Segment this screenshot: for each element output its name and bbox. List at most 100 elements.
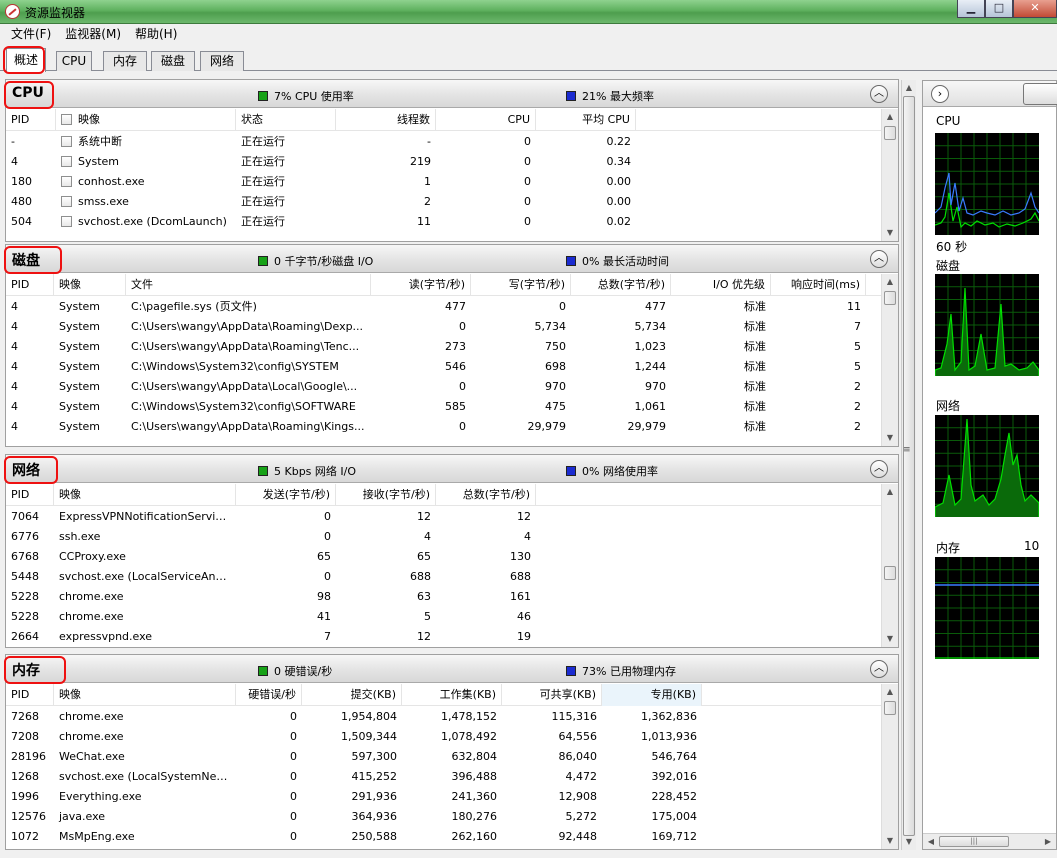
scroll-right-icon[interactable]: ▶ xyxy=(1040,834,1056,850)
disk-col-header[interactable]: 写(字节/秒) xyxy=(471,274,571,296)
checkbox-icon[interactable] xyxy=(61,196,72,207)
scroll-up-icon[interactable]: ▲ xyxy=(882,274,898,290)
checkbox-icon[interactable] xyxy=(61,216,72,227)
graph-pane-hscrollbar[interactable]: ◀ ||| ▶ xyxy=(923,833,1056,849)
memory-col-header[interactable]: 提交(KB) xyxy=(302,684,402,706)
close-button[interactable]: ✕ xyxy=(1013,0,1057,18)
network-table-row[interactable]: 2664 expressvpnd.exe 7 12 19 xyxy=(6,627,882,647)
network-panel-header[interactable]: 网络 5 Kbps 网络 I/O 0% 网络使用率 ︿ xyxy=(6,455,898,483)
memory-col-header[interactable]: 可共享(KB) xyxy=(502,684,602,706)
network-col-header[interactable]: PID xyxy=(6,484,54,506)
disk-panel-header[interactable]: 磁盘 0 千字节/秒磁盘 I/O 0% 最长活动时间 ︿ xyxy=(6,245,898,273)
memory-table-row[interactable]: 1996 Everything.exe 0 291,936 241,360 12,908 2… xyxy=(6,787,882,807)
minimize-button[interactable]: ▁ xyxy=(957,0,985,18)
cpu-col-header[interactable]: 映像 xyxy=(56,109,236,131)
disk-col-header[interactable]: 文件 xyxy=(126,274,371,296)
memory-collapse-icon[interactable]: ︿ xyxy=(870,660,888,678)
disk-col-header[interactable]: I/O 优先级 xyxy=(671,274,771,296)
scroll-up-icon[interactable]: ▲ xyxy=(902,80,916,96)
scroll-down-icon[interactable]: ▼ xyxy=(882,225,898,241)
tab-overview[interactable]: 概述 xyxy=(6,48,46,72)
tab-cpu[interactable]: CPU xyxy=(56,51,92,71)
memory-col-header[interactable]: 专用(KB) xyxy=(602,684,702,706)
scroll-up-icon[interactable]: ▲ xyxy=(882,109,898,125)
disk-col-header[interactable]: PID xyxy=(6,274,54,296)
memory-col-header[interactable]: 工作集(KB) xyxy=(402,684,502,706)
memory-table-row[interactable]: 7208 chrome.exe 0 1,509,344 1,078,492 64,556 1… xyxy=(6,727,882,747)
hscroll-thumb[interactable]: ||| xyxy=(939,836,1009,847)
disk-table-row[interactable]: 4 System C:\Windows\System32\config\SOFTWA… xyxy=(6,397,882,417)
cpu-col-header[interactable]: 状态 xyxy=(236,109,336,131)
checkbox-icon[interactable] xyxy=(61,156,72,167)
network-table-row[interactable]: 5228 chrome.exe 41 5 46 xyxy=(6,607,882,627)
checkbox-icon[interactable] xyxy=(61,136,72,147)
scroll-down-icon[interactable]: ▼ xyxy=(902,834,916,850)
memory-table-row[interactable]: 7268 chrome.exe 0 1,954,804 1,478,152 115,316… xyxy=(6,707,882,727)
tab-disk[interactable]: 磁盘 xyxy=(151,51,195,71)
cpu-col-header[interactable]: 线程数 xyxy=(336,109,436,131)
splitter-grip-icon[interactable]: ≡ xyxy=(903,445,911,455)
memory-col-header[interactable]: 硬错误/秒 xyxy=(236,684,302,706)
memory-table-row[interactable]: 12576 java.exe 0 364,936 180,276 5,272 175,004 xyxy=(6,807,882,827)
disk-col-header[interactable]: 响应时间(ms) xyxy=(771,274,866,296)
menu-monitor[interactable]: 监视器(M) xyxy=(58,24,128,45)
network-table-row[interactable]: 7064 ExpressVPNNotificationService.... 0 12… xyxy=(6,507,882,527)
cpu-col-header[interactable]: PID xyxy=(6,109,56,131)
maximize-button[interactable]: □ xyxy=(985,0,1013,18)
disk-vertical-scrollbar[interactable]: ▲ ▼ xyxy=(881,274,898,446)
network-vertical-scrollbar[interactable]: ▲ ▼ xyxy=(881,484,898,647)
scroll-thumb[interactable] xyxy=(884,566,896,580)
disk-table-row[interactable]: 4 System C:\Users\wangy\AppData\Local\Goog… xyxy=(6,377,882,397)
memory-table-row[interactable]: 28196 WeChat.exe 0 597,300 632,804 86,040 546,… xyxy=(6,747,882,767)
checkbox-icon[interactable] xyxy=(61,176,72,187)
memory-table-row[interactable]: 1268 svchost.exe (LocalSystemNetw... 0 415,… xyxy=(6,767,882,787)
cpu-vertical-scrollbar[interactable]: ▲ ▼ xyxy=(881,109,898,241)
cpu-table-row[interactable]: 4 System 正在运行 219 0 0.34 xyxy=(6,152,882,172)
disk-table-row[interactable]: 4 System C:\Users\wangy\AppData\Roaming\Ki… xyxy=(6,417,882,437)
disk-collapse-icon[interactable]: ︿ xyxy=(870,250,888,268)
network-col-header[interactable]: 总数(字节/秒) xyxy=(436,484,536,506)
network-table-row[interactable]: 6768 CCProxy.exe 65 65 130 xyxy=(6,547,882,567)
scroll-up-icon[interactable]: ▲ xyxy=(882,684,898,700)
cpu-table-row[interactable]: 480 smss.exe 正在运行 2 0 0.00 xyxy=(6,192,882,212)
scroll-thumb[interactable] xyxy=(884,126,896,140)
scroll-left-icon[interactable]: ◀ xyxy=(923,834,939,850)
scroll-thumb[interactable] xyxy=(884,291,896,305)
scroll-up-icon[interactable]: ▲ xyxy=(882,484,898,500)
disk-col-header[interactable]: 映像 xyxy=(54,274,126,296)
expand-arrow-icon[interactable]: › xyxy=(931,85,949,103)
scroll-thumb[interactable] xyxy=(903,96,915,836)
network-table-row[interactable]: 5228 chrome.exe 98 63 161 xyxy=(6,587,882,607)
disk-table-row[interactable]: 4 System C:\Users\wangy\AppData\Roaming\De… xyxy=(6,317,882,337)
scroll-down-icon[interactable]: ▼ xyxy=(882,631,898,647)
scroll-down-icon[interactable]: ▼ xyxy=(882,833,898,849)
network-table-row[interactable]: 5448 svchost.exe (LocalServiceAndN... 0 688… xyxy=(6,567,882,587)
memory-col-header[interactable]: PID xyxy=(6,684,54,706)
menu-help[interactable]: 帮助(H) xyxy=(128,24,184,45)
disk-col-header[interactable]: 总数(字节/秒) xyxy=(571,274,671,296)
tab-network[interactable]: 网络 xyxy=(200,51,244,71)
main-vertical-scrollbar[interactable]: ▲ ▼ xyxy=(901,80,916,850)
scroll-thumb[interactable] xyxy=(884,701,896,715)
memory-panel-header[interactable]: 内存 0 硬错误/秒 73% 已用物理内存 ︿ xyxy=(6,655,898,683)
network-col-header[interactable]: 映像 xyxy=(54,484,236,506)
cpu-collapse-icon[interactable]: ︿ xyxy=(870,85,888,103)
network-table-row[interactable]: 6776 ssh.exe 0 4 4 xyxy=(6,527,882,547)
memory-col-header[interactable]: 映像 xyxy=(54,684,236,706)
cpu-table-row[interactable]: - 系统中断 正在运行 - 0 0.22 xyxy=(6,132,882,152)
view-button[interactable] xyxy=(1023,83,1057,105)
cpu-col-header[interactable]: CPU xyxy=(436,109,536,131)
menu-file[interactable]: 文件(F) xyxy=(4,24,58,45)
scroll-down-icon[interactable]: ▼ xyxy=(882,430,898,446)
disk-table-row[interactable]: 4 System C:\pagefile.sys (页文件) 477 0 477 标准 11 xyxy=(6,297,882,317)
memory-vertical-scrollbar[interactable]: ▲ ▼ xyxy=(881,684,898,849)
disk-table-row[interactable]: 4 System C:\Windows\System32\config\SYSTEM… xyxy=(6,357,882,377)
network-col-header[interactable]: 接收(字节/秒) xyxy=(336,484,436,506)
cpu-panel-header[interactable]: CPU 7% CPU 使用率 21% 最大频率 ︿ xyxy=(6,80,898,108)
disk-table-row[interactable]: 4 System C:\Users\wangy\AppData\Roaming\Te… xyxy=(6,337,882,357)
network-col-header[interactable]: 发送(字节/秒) xyxy=(236,484,336,506)
checkbox-icon[interactable] xyxy=(61,114,72,125)
cpu-table-row[interactable]: 504 svchost.exe (DcomLaunch) 正在运行 11 0 0.02 xyxy=(6,212,882,232)
tab-memory[interactable]: 内存 xyxy=(103,51,147,71)
cpu-table-row[interactable]: 180 conhost.exe 正在运行 1 0 0.00 xyxy=(6,172,882,192)
